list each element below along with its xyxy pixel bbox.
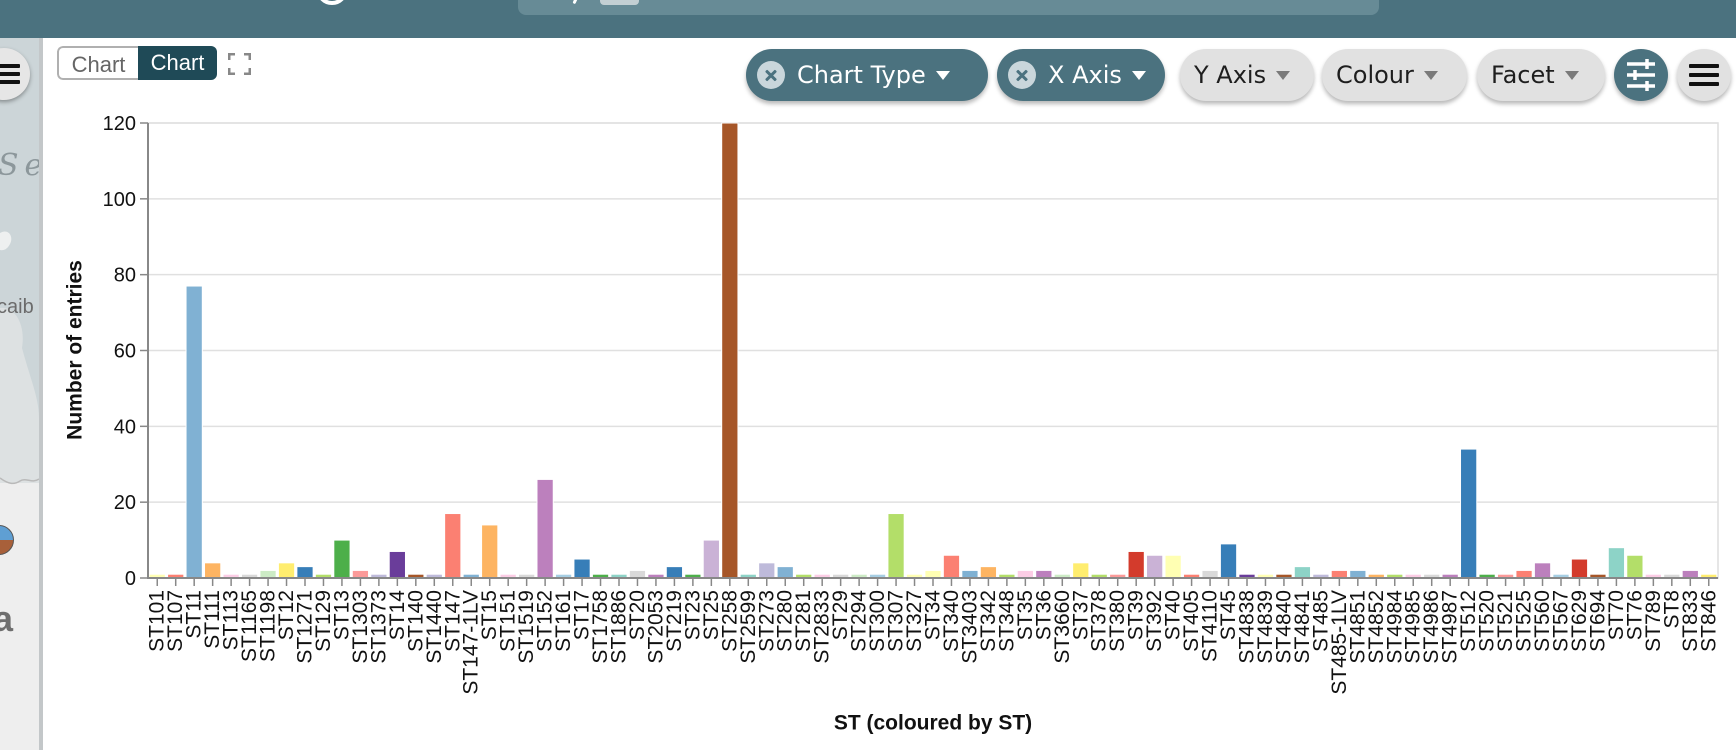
map-place-label: caib — [0, 296, 34, 318]
y-tick-label: 60 — [114, 341, 136, 363]
bar[interactable] — [1219, 543, 1238, 579]
bar[interactable] — [1072, 562, 1090, 579]
map-region-label: a — [0, 598, 13, 640]
bar[interactable] — [277, 562, 296, 579]
y-tick-label: 20 — [114, 492, 136, 514]
y-axis-pill[interactable]: Y Axis — [1180, 49, 1314, 101]
menu-icon-line — [0, 64, 20, 68]
bar[interactable] — [1460, 448, 1478, 579]
bar[interactable] — [536, 478, 554, 579]
bar[interactable] — [776, 566, 794, 579]
bar[interactable] — [1607, 547, 1626, 579]
bar[interactable] — [1330, 569, 1348, 579]
y-axis-title: Number of entries — [64, 260, 87, 440]
bar[interactable] — [1035, 569, 1053, 579]
pill-label: Y Axis — [1194, 61, 1267, 89]
caret-down-icon — [1276, 70, 1291, 80]
search-input[interactable] — [518, 0, 1379, 15]
bar[interactable] — [1201, 569, 1219, 579]
bar[interactable] — [185, 285, 203, 579]
bar[interactable] — [259, 569, 277, 579]
facet-pill[interactable]: Facet — [1477, 49, 1605, 101]
toggle-option-chart-2[interactable]: Chart — [138, 46, 217, 80]
bar[interactable] — [758, 562, 776, 579]
bar[interactable] — [665, 566, 684, 579]
app-header — [0, 0, 1736, 38]
bar-chart: 020406080100120ST101ST107ST11ST111ST113S… — [64, 113, 1721, 735]
y-tick-label: 100 — [103, 189, 136, 211]
colour-pill[interactable]: Colour — [1322, 49, 1467, 101]
bar[interactable] — [388, 550, 406, 579]
bar[interactable] — [351, 569, 370, 579]
menu-icon-line — [1689, 73, 1719, 77]
pill-label: Chart Type — [797, 61, 926, 89]
bar[interactable] — [1016, 569, 1034, 579]
bar[interactable] — [942, 554, 961, 579]
expand-icon[interactable] — [228, 53, 251, 75]
bar[interactable] — [444, 513, 462, 579]
y-tick-label: 120 — [103, 113, 136, 135]
menu-icon-line — [1689, 64, 1719, 68]
bar[interactable] — [1626, 554, 1644, 579]
bar[interactable] — [481, 524, 499, 579]
main-menu-button[interactable] — [1677, 49, 1731, 101]
search-shortcut-hint — [600, 0, 639, 5]
pill-label: Colour — [1336, 61, 1414, 89]
menu-icon-line — [0, 72, 20, 76]
x-tick-label: ST846 — [1697, 590, 1720, 652]
bar[interactable] — [1293, 566, 1312, 579]
bar[interactable] — [1349, 569, 1367, 579]
chart-settings-button[interactable] — [1614, 49, 1668, 101]
bar[interactable] — [979, 566, 998, 579]
bar[interactable] — [702, 539, 720, 579]
caret-down-icon — [1564, 70, 1579, 80]
bar[interactable] — [961, 569, 979, 579]
bar[interactable] — [1515, 569, 1533, 579]
remove-icon[interactable] — [757, 61, 785, 89]
menu-icon-line — [1689, 82, 1719, 86]
caret-down-icon — [935, 70, 950, 80]
remove-icon[interactable] — [1008, 61, 1036, 89]
caret-down-icon — [1131, 70, 1146, 80]
pill-label: Facet — [1491, 61, 1555, 89]
bar[interactable] — [1164, 554, 1182, 579]
search-icon — [572, 0, 579, 5]
bar[interactable] — [1533, 562, 1552, 579]
bar[interactable] — [1127, 550, 1145, 579]
x-axis-pill[interactable]: X Axis — [997, 49, 1165, 101]
bar[interactable] — [333, 539, 351, 579]
pill-label: X Axis — [1048, 61, 1122, 89]
caret-down-icon — [1423, 70, 1438, 80]
sliders-icon — [1627, 59, 1655, 91]
bar[interactable] — [721, 122, 739, 579]
bar[interactable] — [628, 569, 647, 579]
bar[interactable] — [1681, 569, 1699, 579]
y-tick-label: 40 — [114, 416, 136, 438]
bar[interactable] — [887, 513, 905, 579]
view-toggle: Chart Chart — [57, 46, 217, 80]
menu-icon-line — [0, 80, 20, 84]
bar[interactable] — [573, 558, 591, 579]
chart-type-pill[interactable]: Chart Type — [746, 49, 988, 101]
header-logo-icon — [316, 0, 348, 5]
y-tick-label: 80 — [114, 265, 136, 287]
map-land-shapes — [0, 231, 39, 750]
bar[interactable] — [296, 566, 314, 579]
x-axis-title: ST (coloured by ST) — [834, 712, 1032, 735]
bar[interactable] — [924, 569, 942, 579]
bar[interactable] — [204, 562, 222, 579]
map-sea-label: Se — [0, 148, 39, 183]
map-panel[interactable]: Se caib a — [0, 38, 43, 750]
bar[interactable] — [1146, 554, 1164, 579]
y-tick-label: 0 — [125, 568, 136, 590]
bar[interactable] — [1570, 558, 1589, 579]
toggle-option-chart-1[interactable]: Chart — [57, 46, 138, 80]
